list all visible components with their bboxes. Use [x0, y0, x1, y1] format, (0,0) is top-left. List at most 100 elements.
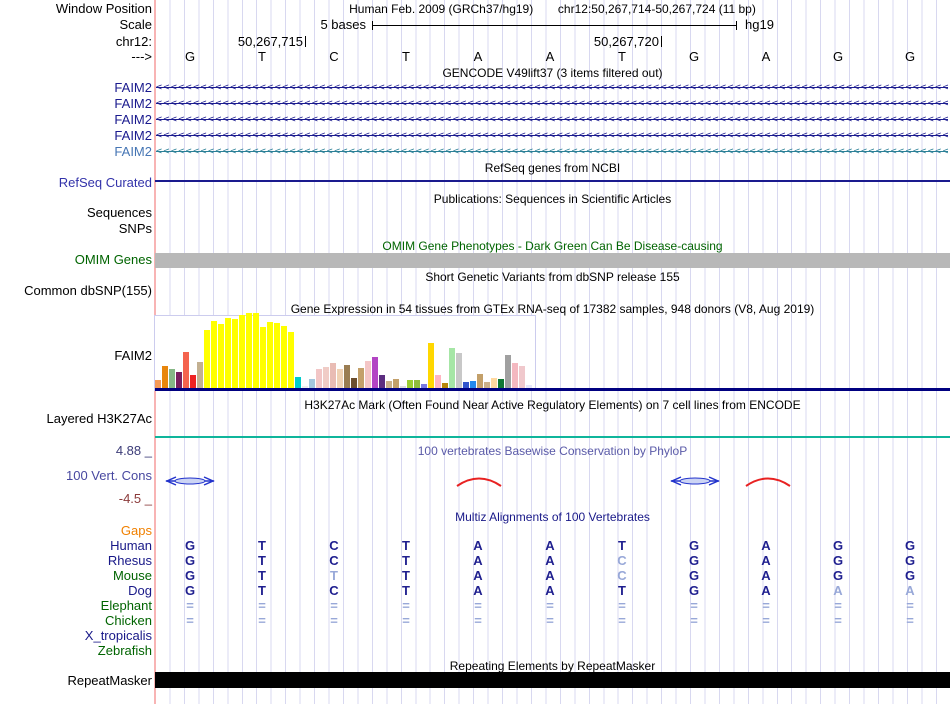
align-letter: A: [761, 583, 771, 598]
gtex-bar[interactable]: [239, 315, 245, 388]
align-letter: =: [618, 598, 626, 613]
gtex-bar[interactable]: [456, 353, 462, 388]
gene-model-row[interactable]: <<<<<<<<<<<<<<<<<<<<<<<<<<<<<<<<<<<<<<<<…: [156, 129, 948, 143]
gtex-bar[interactable]: [400, 386, 406, 388]
species-label[interactable]: Chicken: [0, 614, 152, 628]
gtex-bar[interactable]: [505, 355, 511, 388]
gtex-bar[interactable]: [498, 379, 504, 388]
gtex-gene-label[interactable]: FAIM2: [0, 349, 152, 363]
refseq-curated-label[interactable]: RefSeq Curated: [0, 176, 152, 190]
align-letter: =: [330, 598, 338, 613]
gtex-bar[interactable]: [204, 330, 210, 388]
conservation-mark-depletion-lens[interactable]: [669, 473, 721, 489]
gtex-bar[interactable]: [274, 323, 280, 388]
species-label[interactable]: Human: [0, 539, 152, 553]
gtex-bar[interactable]: [155, 380, 161, 388]
h3k27ac-label[interactable]: Layered H3K27Ac: [0, 412, 152, 426]
species-label[interactable]: Rhesus: [0, 554, 152, 568]
gtex-bar[interactable]: [477, 374, 483, 388]
gene-model-row[interactable]: <<<<<<<<<<<<<<<<<<<<<<<<<<<<<<<<<<<<<<<<…: [156, 113, 948, 127]
repeatmasker-label[interactable]: RepeatMasker: [0, 674, 152, 688]
align-letter: G: [904, 568, 916, 583]
align-letter: G: [688, 568, 700, 583]
gene-model-row[interactable]: <<<<<<<<<<<<<<<<<<<<<<<<<<<<<<<<<<<<<<<<…: [156, 81, 948, 95]
gtex-bar[interactable]: [351, 378, 357, 388]
align-letter: C: [329, 583, 339, 598]
gtex-bar[interactable]: [253, 313, 259, 388]
gene-label[interactable]: FAIM2: [0, 81, 152, 95]
gtex-bar[interactable]: [169, 369, 175, 388]
omim-track-bar[interactable]: [155, 253, 950, 268]
gtex-bar[interactable]: [225, 318, 231, 388]
gtex-bar[interactable]: [393, 379, 399, 388]
gtex-bar[interactable]: [428, 343, 434, 388]
species-label[interactable]: X_tropicalis: [0, 629, 152, 643]
gtex-bar[interactable]: [344, 365, 350, 388]
gtex-bar[interactable]: [519, 366, 525, 388]
conservation-track-label[interactable]: 100 Vert. Cons: [0, 469, 152, 483]
gene-model-row[interactable]: <<<<<<<<<<<<<<<<<<<<<<<<<<<<<<<<<<<<<<<<…: [156, 97, 948, 111]
species-label[interactable]: Dog: [0, 584, 152, 598]
dbsnp-label[interactable]: Common dbSNP(155): [0, 284, 152, 298]
gtex-bar[interactable]: [337, 369, 343, 388]
gene-label[interactable]: FAIM2: [0, 129, 152, 143]
gtex-bar[interactable]: [211, 321, 217, 388]
gene-label[interactable]: FAIM2: [0, 97, 152, 111]
conservation-mark-peak-arc[interactable]: [742, 473, 794, 489]
conservation-mark-depletion-lens[interactable]: [164, 473, 216, 489]
repeatmasker-bar[interactable]: [155, 672, 950, 688]
gtex-bar[interactable]: [162, 366, 168, 388]
gtex-bar[interactable]: [246, 313, 252, 388]
omim-genes-label[interactable]: OMIM Genes: [0, 253, 152, 267]
gtex-bar[interactable]: [365, 361, 371, 388]
species-label[interactable]: Mouse: [0, 569, 152, 583]
gtex-bar[interactable]: [302, 386, 308, 388]
gtex-bar[interactable]: [288, 332, 294, 388]
gtex-bar[interactable]: [176, 372, 182, 388]
gtex-bar[interactable]: [512, 363, 518, 388]
gtex-bar[interactable]: [372, 357, 378, 388]
base-letter: G: [184, 49, 196, 64]
gtex-bar[interactable]: [435, 375, 441, 388]
refseq-gene-line[interactable]: [155, 180, 950, 182]
gtex-bar[interactable]: [267, 322, 273, 388]
gtex-bar[interactable]: [358, 368, 364, 388]
gtex-bar[interactable]: [316, 369, 322, 388]
gtex-bar[interactable]: [379, 375, 385, 388]
gene-label[interactable]: FAIM2: [0, 113, 152, 127]
gtex-bar[interactable]: [323, 367, 329, 388]
gtex-bar[interactable]: [463, 382, 469, 388]
gene-label[interactable]: FAIM2: [0, 145, 152, 159]
gtex-bar[interactable]: [232, 319, 238, 388]
species-label[interactable]: Elephant: [0, 599, 152, 613]
gene-model-row[interactable]: <<<<<<<<<<<<<<<<<<<<<<<<<<<<<<<<<<<<<<<<…: [156, 145, 948, 159]
gtex-bar[interactable]: [470, 381, 476, 388]
gtex-bar[interactable]: [442, 383, 448, 388]
align-letter: =: [474, 598, 482, 613]
sequences-label[interactable]: Sequences: [0, 206, 152, 220]
gtex-bar[interactable]: [484, 382, 490, 388]
conservation-mark-peak-arc[interactable]: [453, 473, 505, 489]
snps-label[interactable]: SNPs: [0, 222, 152, 236]
gtex-bar[interactable]: [449, 348, 455, 388]
gtex-bar[interactable]: [491, 378, 497, 388]
gtex-bar[interactable]: [197, 362, 203, 388]
align-letter: =: [258, 598, 266, 613]
gtex-bar[interactable]: [295, 377, 301, 388]
gtex-bar[interactable]: [414, 380, 420, 388]
h3k27ac-track-line[interactable]: [155, 436, 950, 438]
gtex-bar[interactable]: [281, 326, 287, 388]
species-label[interactable]: Gaps: [0, 524, 152, 538]
gtex-bar[interactable]: [260, 327, 266, 388]
gtex-bar[interactable]: [330, 363, 336, 388]
species-label[interactable]: Zebrafish: [0, 644, 152, 658]
gtex-bar[interactable]: [309, 379, 315, 388]
gtex-bar[interactable]: [183, 352, 189, 388]
gtex-bar[interactable]: [407, 380, 413, 388]
gtex-bar[interactable]: [421, 384, 427, 388]
align-letter: =: [258, 613, 266, 628]
gtex-bar[interactable]: [190, 375, 196, 388]
gtex-bar[interactable]: [386, 381, 392, 388]
gtex-bar[interactable]: [526, 385, 532, 388]
gtex-bar[interactable]: [218, 324, 224, 388]
